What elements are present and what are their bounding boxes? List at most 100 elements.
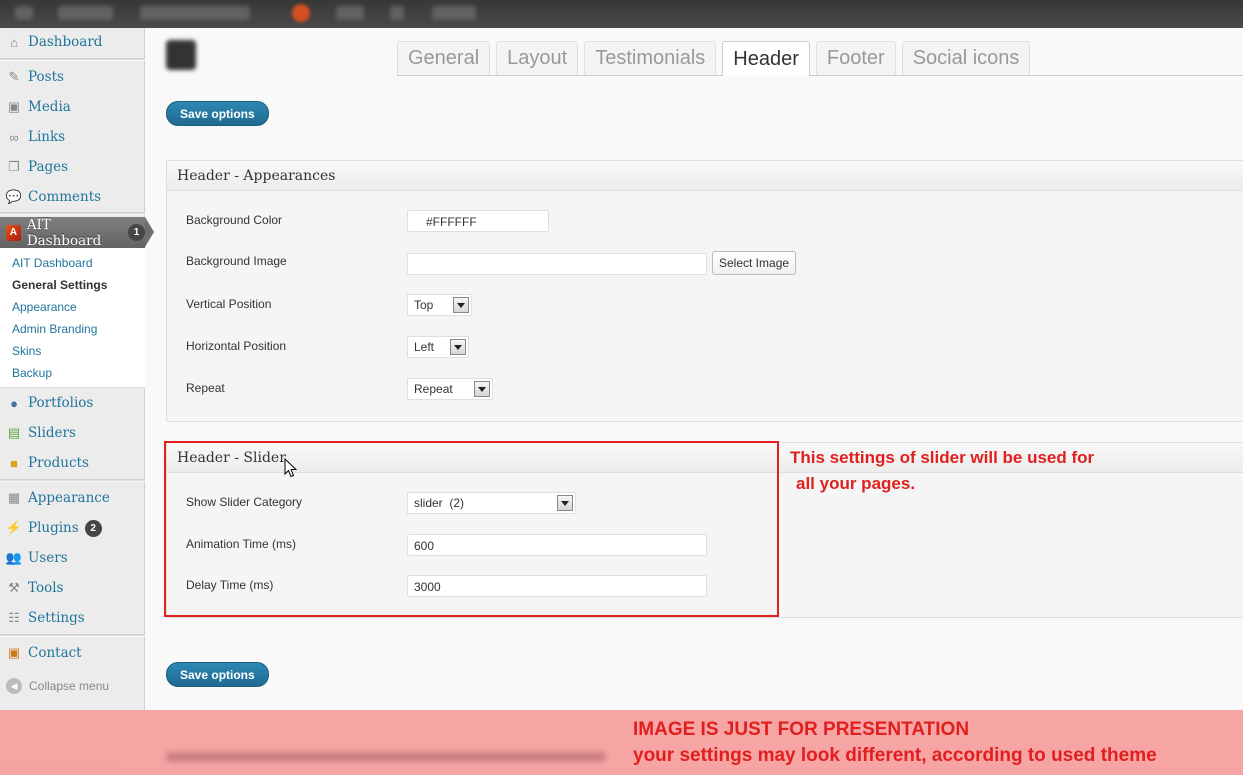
- notification-count: 2: [84, 519, 102, 537]
- collapse-label: Collapse menu: [29, 679, 110, 693]
- chevron-down-icon: [474, 381, 490, 397]
- menu-sliders[interactable]: ▤ Sliders: [0, 419, 145, 447]
- submenu-backup[interactable]: Backup: [12, 366, 52, 380]
- pin-icon: ✎: [8, 69, 20, 84]
- menu-ait-dashboard[interactable]: A AIT Dashboard 1: [0, 216, 154, 249]
- chevron-down-icon: [450, 339, 466, 355]
- wp-logo-icon[interactable]: [14, 6, 34, 20]
- menu-label: Appearance: [28, 490, 110, 506]
- menu-label: Contact: [28, 645, 82, 661]
- header-appearances-panel: Header - Appearances: [166, 160, 1243, 422]
- submenu-general-settings[interactable]: General Settings: [12, 278, 107, 292]
- menu-label: Posts: [28, 69, 64, 85]
- menu-links[interactable]: ∞ Links: [0, 123, 145, 151]
- repeat-select[interactable]: Repeat: [407, 378, 493, 400]
- contact-icon: ▣: [7, 645, 21, 660]
- panel-title: Header - Appearances: [167, 161, 1243, 191]
- bg-image-label: Background Image: [186, 254, 287, 268]
- theme-logo-icon: [166, 40, 196, 70]
- horizontal-position-label: Horizontal Position: [186, 339, 287, 353]
- new-link[interactable]: [432, 6, 476, 20]
- comments-link[interactable]: [336, 6, 364, 20]
- submenu-skins[interactable]: Skins: [12, 344, 41, 358]
- menu-appearance[interactable]: ▦ Appearance: [0, 484, 145, 512]
- slider-highlight-box: [164, 441, 779, 617]
- notification-count: 1: [128, 224, 145, 241]
- active-menu-bar: A AIT Dashboard 1: [0, 216, 145, 249]
- menu-label: Dashboard: [28, 34, 103, 50]
- menu-label: Sliders: [28, 425, 76, 441]
- tab-layout[interactable]: Layout: [496, 41, 579, 75]
- tools-icon: ⚒: [8, 580, 20, 595]
- vertical-position-label: Vertical Position: [186, 297, 272, 311]
- menu-separator: [0, 634, 145, 637]
- page-title-area: [166, 40, 396, 74]
- plus-icon[interactable]: [390, 6, 404, 20]
- theme-admin-link[interactable]: [140, 6, 250, 20]
- menu-plugins[interactable]: ⚡ Plugins 2: [0, 514, 145, 542]
- menu-separator: [0, 58, 145, 61]
- dashboard-icon: ⌂: [10, 34, 18, 50]
- footer-credit: [166, 752, 606, 762]
- chevron-down-icon: [453, 297, 469, 313]
- menu-products[interactable]: ■ Products: [0, 449, 145, 477]
- select-image-button[interactable]: Select Image: [712, 251, 797, 275]
- slider-icon: ▤: [7, 425, 21, 440]
- comments-icon: 💬: [5, 189, 23, 204]
- menu-users[interactable]: 👥 Users: [0, 544, 145, 572]
- bg-image-input[interactable]: [407, 253, 707, 275]
- settings-icon: ☷: [8, 610, 20, 625]
- menu-settings[interactable]: ☷ Settings: [0, 604, 145, 632]
- slider-note-line-2: all your pages.: [796, 474, 916, 493]
- options-tabs: General Layout Testimonials Header Foote…: [397, 41, 1036, 76]
- tab-general[interactable]: General: [397, 41, 491, 75]
- menu-label: AIT Dashboard: [26, 216, 102, 249]
- horizontal-position-select[interactable]: Left: [407, 336, 469, 358]
- menu-tools[interactable]: ⚒ Tools: [0, 574, 145, 602]
- portfolio-icon: ●: [10, 395, 18, 411]
- menu-portfolios[interactable]: ● Portfolios: [0, 389, 145, 417]
- menu-separator: [0, 479, 145, 482]
- menu-pages[interactable]: ❐ Pages: [0, 153, 145, 181]
- tab-footer[interactable]: Footer: [815, 41, 896, 75]
- menu-label: Tools: [28, 580, 64, 596]
- tab-header[interactable]: Header: [722, 41, 810, 76]
- submenu-ait-dashboard[interactable]: AIT Dashboard: [12, 256, 93, 270]
- submenu-admin-branding[interactable]: Admin Branding: [12, 322, 97, 336]
- save-options-button-bottom[interactable]: Save options: [166, 662, 269, 687]
- select-value: Left: [414, 340, 435, 354]
- menu-label: Media: [28, 99, 71, 115]
- slider-note-line-1: This settings of slider will be used for: [790, 448, 1095, 467]
- menu-label: Products: [28, 455, 89, 471]
- updates-badge[interactable]: [292, 4, 310, 22]
- vertical-position-select[interactable]: Top: [407, 294, 472, 316]
- save-options-button-top[interactable]: Save options: [166, 101, 269, 126]
- mouse-cursor-icon: [284, 458, 298, 478]
- menu-label: Users: [28, 550, 68, 566]
- repeat-label: Repeat: [186, 381, 225, 395]
- link-icon: ∞: [9, 129, 19, 145]
- tab-social-icons[interactable]: Social icons: [901, 41, 1031, 75]
- admin-bar: [0, 0, 1243, 28]
- collapse-menu-button[interactable]: ◀ Collapse menu: [6, 678, 109, 694]
- disclaimer-line-1: IMAGE IS JUST FOR PRESENTATION: [633, 719, 970, 740]
- collapse-arrow-icon: ◀: [6, 678, 22, 694]
- tab-testimonials[interactable]: Testimonials: [584, 41, 717, 75]
- select-value: Repeat: [414, 382, 453, 396]
- site-name-link[interactable]: [58, 6, 113, 20]
- menu-posts[interactable]: ✎ Posts: [0, 63, 145, 91]
- menu-label: Pages: [28, 159, 69, 175]
- bg-color-input[interactable]: #FFFFFF: [407, 210, 549, 232]
- submenu-appearance[interactable]: Appearance: [12, 300, 77, 314]
- menu-media[interactable]: ▣ Media: [0, 93, 145, 121]
- pages-icon: ❐: [8, 159, 20, 174]
- active-arrow: [145, 217, 154, 247]
- admin-sidebar: ⌂ Dashboard ✎ Posts ▣ Media ∞ Links ❐ Pa…: [0, 28, 154, 710]
- ait-logo-icon: A: [6, 224, 21, 241]
- menu-dashboard[interactable]: ⌂ Dashboard: [0, 28, 145, 56]
- menu-comments[interactable]: 💬 Comments: [0, 183, 145, 211]
- menu-contact[interactable]: ▣ Contact: [0, 639, 145, 667]
- menu-label: Plugins: [28, 520, 79, 536]
- menu-separator: [0, 212, 145, 215]
- select-value: Top: [414, 298, 434, 312]
